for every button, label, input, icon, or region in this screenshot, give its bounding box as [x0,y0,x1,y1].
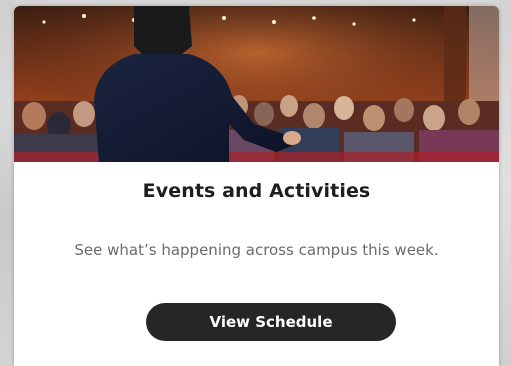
card-description: See what’s happening across campus this … [74,241,439,259]
event-card: Events and Activities See what’s happeni… [14,6,499,366]
background-left [0,0,14,366]
conference-photo [14,6,499,162]
background-right [499,0,511,366]
card-title: Events and Activities [142,180,371,202]
view-schedule-button[interactable]: View Schedule [146,303,396,341]
